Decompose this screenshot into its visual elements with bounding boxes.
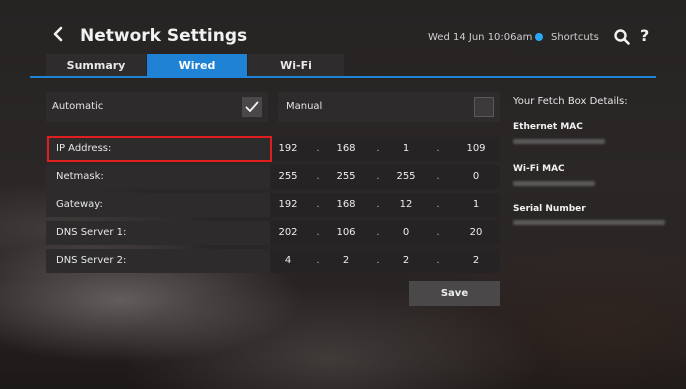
automatic-option[interactable]: Automatic [46, 92, 268, 122]
netmask-label: Netmask: [56, 171, 104, 182]
serial-number-redacted-value [513, 220, 665, 225]
octet-separator: . [376, 255, 380, 266]
octet-separator: . [316, 199, 320, 210]
dns-server-2-input[interactable]: 4 . 2 . 2 . 2 [270, 249, 500, 273]
netmask-octet-2[interactable]: 255 [328, 171, 364, 182]
manual-label: Manual [286, 101, 323, 112]
octet-separator: . [316, 171, 320, 182]
wifi-mac-label: Wi-Fi MAC [513, 164, 565, 174]
ip-address-input[interactable]: 192 . 168 . 1 . 109 [270, 137, 500, 161]
gateway-label: Gateway: [56, 199, 103, 210]
octet-separator: . [376, 171, 380, 182]
dns2-octet-4[interactable]: 2 [458, 255, 494, 266]
gateway-row[interactable]: Gateway: 192 . 168 . 12 . 1 [46, 193, 500, 217]
netmask-octet-3[interactable]: 255 [388, 171, 424, 182]
octet-separator: . [436, 227, 440, 238]
dns1-octet-1[interactable]: 202 [270, 227, 306, 238]
back-button[interactable] [48, 24, 68, 44]
dns1-octet-3[interactable]: 0 [388, 227, 424, 238]
ip-octet-4[interactable]: 109 [458, 143, 494, 154]
gateway-octet-4[interactable]: 1 [458, 199, 494, 210]
dns1-octet-4[interactable]: 20 [458, 227, 494, 238]
search-button[interactable] [613, 28, 631, 46]
automatic-checkbox[interactable] [242, 97, 262, 117]
dns-server-2-label: DNS Server 2: [56, 255, 127, 266]
top-bar: Network Settings Wed 14 Jun 10:06am Shor… [0, 0, 686, 52]
dns-server-1-input[interactable]: 202 . 106 . 0 . 20 [270, 221, 500, 245]
tab-wired[interactable]: Wired [147, 54, 247, 76]
automatic-label: Automatic [52, 101, 104, 112]
page-title: Network Settings [80, 26, 248, 46]
octet-separator: . [436, 143, 440, 154]
tab-underline [30, 76, 656, 78]
octet-separator: . [436, 199, 440, 210]
tab-summary[interactable]: Summary [46, 54, 146, 76]
octet-separator: . [436, 171, 440, 182]
datetime: Wed 14 Jun 10:06am [428, 32, 533, 43]
device-details-panel: Your Fetch Box Details: Ethernet MAC Wi-… [513, 96, 678, 225]
octet-separator: . [376, 199, 380, 210]
selected-row-highlight [47, 136, 272, 162]
dns-server-1-label: DNS Server 1: [56, 227, 127, 238]
gateway-octet-3[interactable]: 12 [388, 199, 424, 210]
dns-server-2-row[interactable]: DNS Server 2: 4 . 2 . 2 . 2 [46, 249, 500, 273]
dns-server-1-row[interactable]: DNS Server 1: 202 . 106 . 0 . 20 [46, 221, 500, 245]
help-button[interactable]: ? [640, 26, 649, 45]
netmask-octet-1[interactable]: 255 [270, 171, 306, 182]
netmask-octet-4[interactable]: 0 [458, 171, 494, 182]
octet-separator: . [316, 255, 320, 266]
dns2-octet-2[interactable]: 2 [328, 255, 364, 266]
dns2-octet-3[interactable]: 2 [388, 255, 424, 266]
checkmark-icon [245, 101, 259, 112]
ip-octet-1[interactable]: 192 [270, 143, 306, 154]
gateway-octet-1[interactable]: 192 [270, 199, 306, 210]
save-button[interactable]: Save [409, 281, 500, 306]
gateway-input[interactable]: 192 . 168 . 12 . 1 [270, 193, 500, 217]
device-details-title: Your Fetch Box Details: [513, 96, 628, 107]
dns1-octet-2[interactable]: 106 [328, 227, 364, 238]
wifi-mac-redacted-value [513, 181, 595, 186]
ethernet-mac-redacted-value [513, 139, 605, 144]
ethernet-mac-label: Ethernet MAC [513, 122, 583, 132]
dns2-octet-1[interactable]: 4 [270, 255, 306, 266]
octet-separator: . [376, 143, 380, 154]
ip-octet-3[interactable]: 1 [388, 143, 424, 154]
chevron-left-icon [53, 26, 63, 42]
manual-option[interactable]: Manual [278, 92, 500, 122]
netmask-row[interactable]: Netmask: 255 . 255 . 255 . 0 [46, 165, 500, 189]
octet-separator: . [376, 227, 380, 238]
octet-separator: . [436, 255, 440, 266]
search-icon [614, 29, 630, 45]
netmask-input[interactable]: 255 . 255 . 255 . 0 [270, 165, 500, 189]
manual-checkbox[interactable] [474, 97, 494, 117]
ip-octet-2[interactable]: 168 [328, 143, 364, 154]
gateway-octet-2[interactable]: 168 [328, 199, 364, 210]
serial-number-label: Serial Number [513, 204, 586, 214]
octet-separator: . [316, 143, 320, 154]
octet-separator: . [316, 227, 320, 238]
shortcuts-link[interactable]: Shortcuts [551, 32, 599, 43]
status-dot-icon [535, 33, 543, 41]
tab-wifi[interactable]: Wi-Fi [248, 54, 344, 76]
